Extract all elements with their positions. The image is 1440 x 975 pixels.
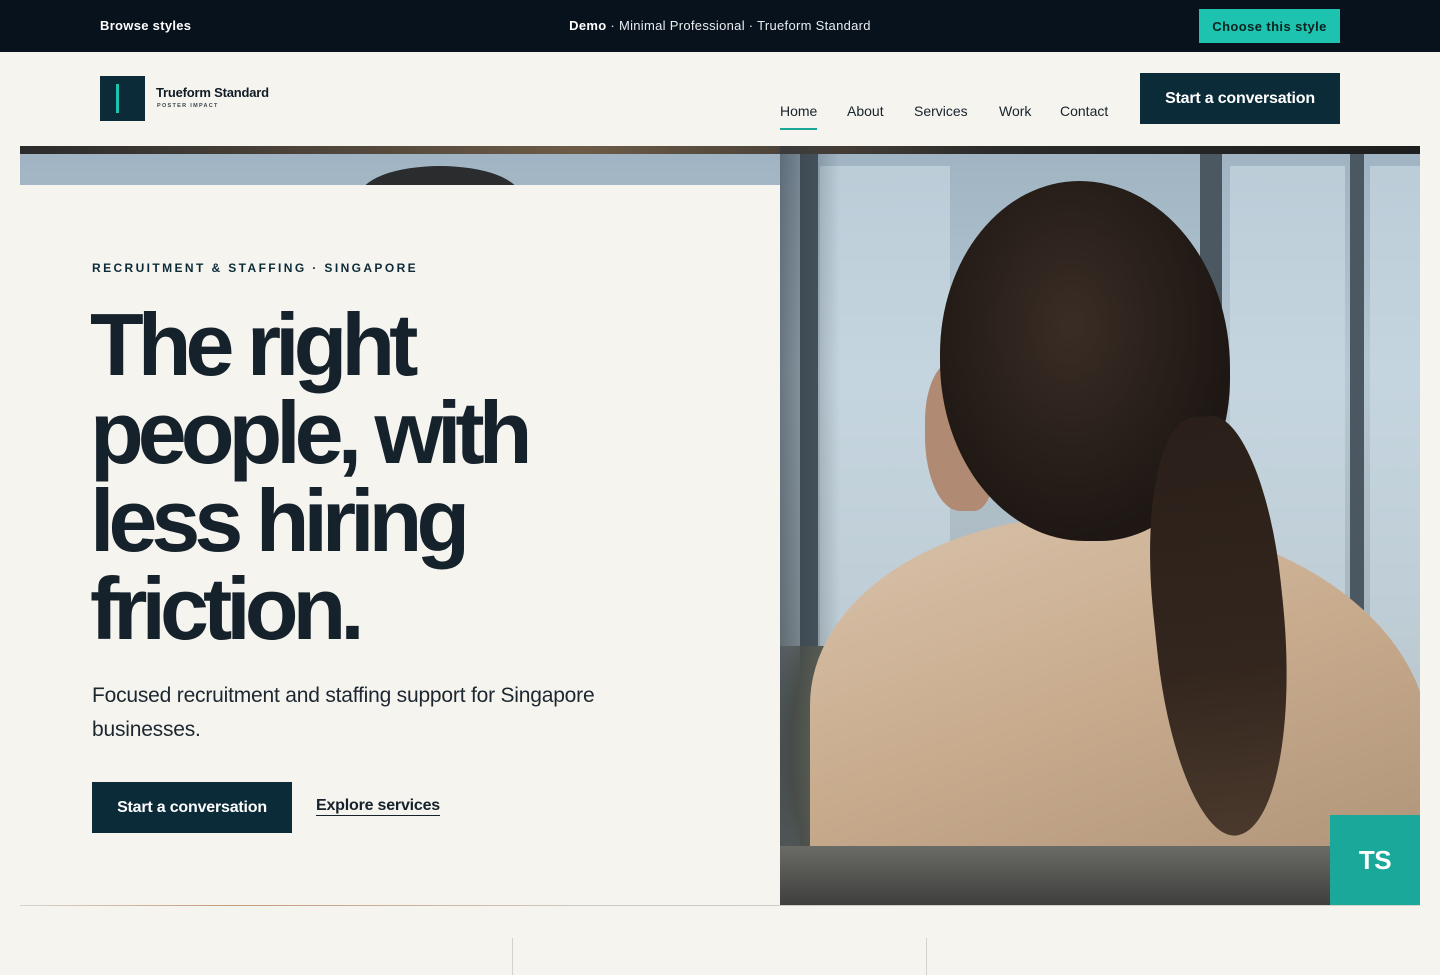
logo-name[interactable]: Trueform Standard xyxy=(156,85,269,100)
header-start-conversation-button[interactable]: Start a conversation xyxy=(1140,73,1340,124)
nav-item-services[interactable]: Services xyxy=(914,103,968,119)
hero-subcopy: Focused recruitment and staffing support… xyxy=(92,684,595,741)
hero-start-conversation-button[interactable]: Start a conversation xyxy=(92,782,292,833)
demo-bar: Browse styles Demo · Minimal Professiona… xyxy=(0,0,1440,52)
column-divider xyxy=(512,938,513,975)
photo-desk xyxy=(780,846,1420,906)
hero-headline: The right people, with less hiring frict… xyxy=(90,295,532,658)
site-header: Trueform Standard POSTER IMPACT Home Abo… xyxy=(0,52,1440,146)
ts-badge: TS xyxy=(1330,815,1420,906)
photo-top-strip xyxy=(20,146,1420,154)
hero-text-panel: RECRUITMENT & STAFFING · SINGAPORE The r… xyxy=(20,185,780,906)
nav-item-work[interactable]: Work xyxy=(999,103,1031,119)
column-divider xyxy=(926,938,927,975)
hero-bottom-rule xyxy=(20,905,1420,906)
nav-item-contact[interactable]: Contact xyxy=(1060,103,1108,119)
nav-item-home[interactable]: Home xyxy=(780,103,818,130)
choose-style-button[interactable]: Choose this style xyxy=(1199,9,1340,43)
nav-item-about[interactable]: About xyxy=(847,103,884,119)
demo-label: Demo xyxy=(569,18,607,33)
demo-path: · Minimal Professional · Trueform Standa… xyxy=(606,18,871,33)
explore-services-link[interactable]: Explore services xyxy=(316,797,440,815)
hero-eyebrow: RECRUITMENT & STAFFING · SINGAPORE xyxy=(92,261,419,275)
hero-section: RECRUITMENT & STAFFING · SINGAPORE The r… xyxy=(20,146,1420,906)
